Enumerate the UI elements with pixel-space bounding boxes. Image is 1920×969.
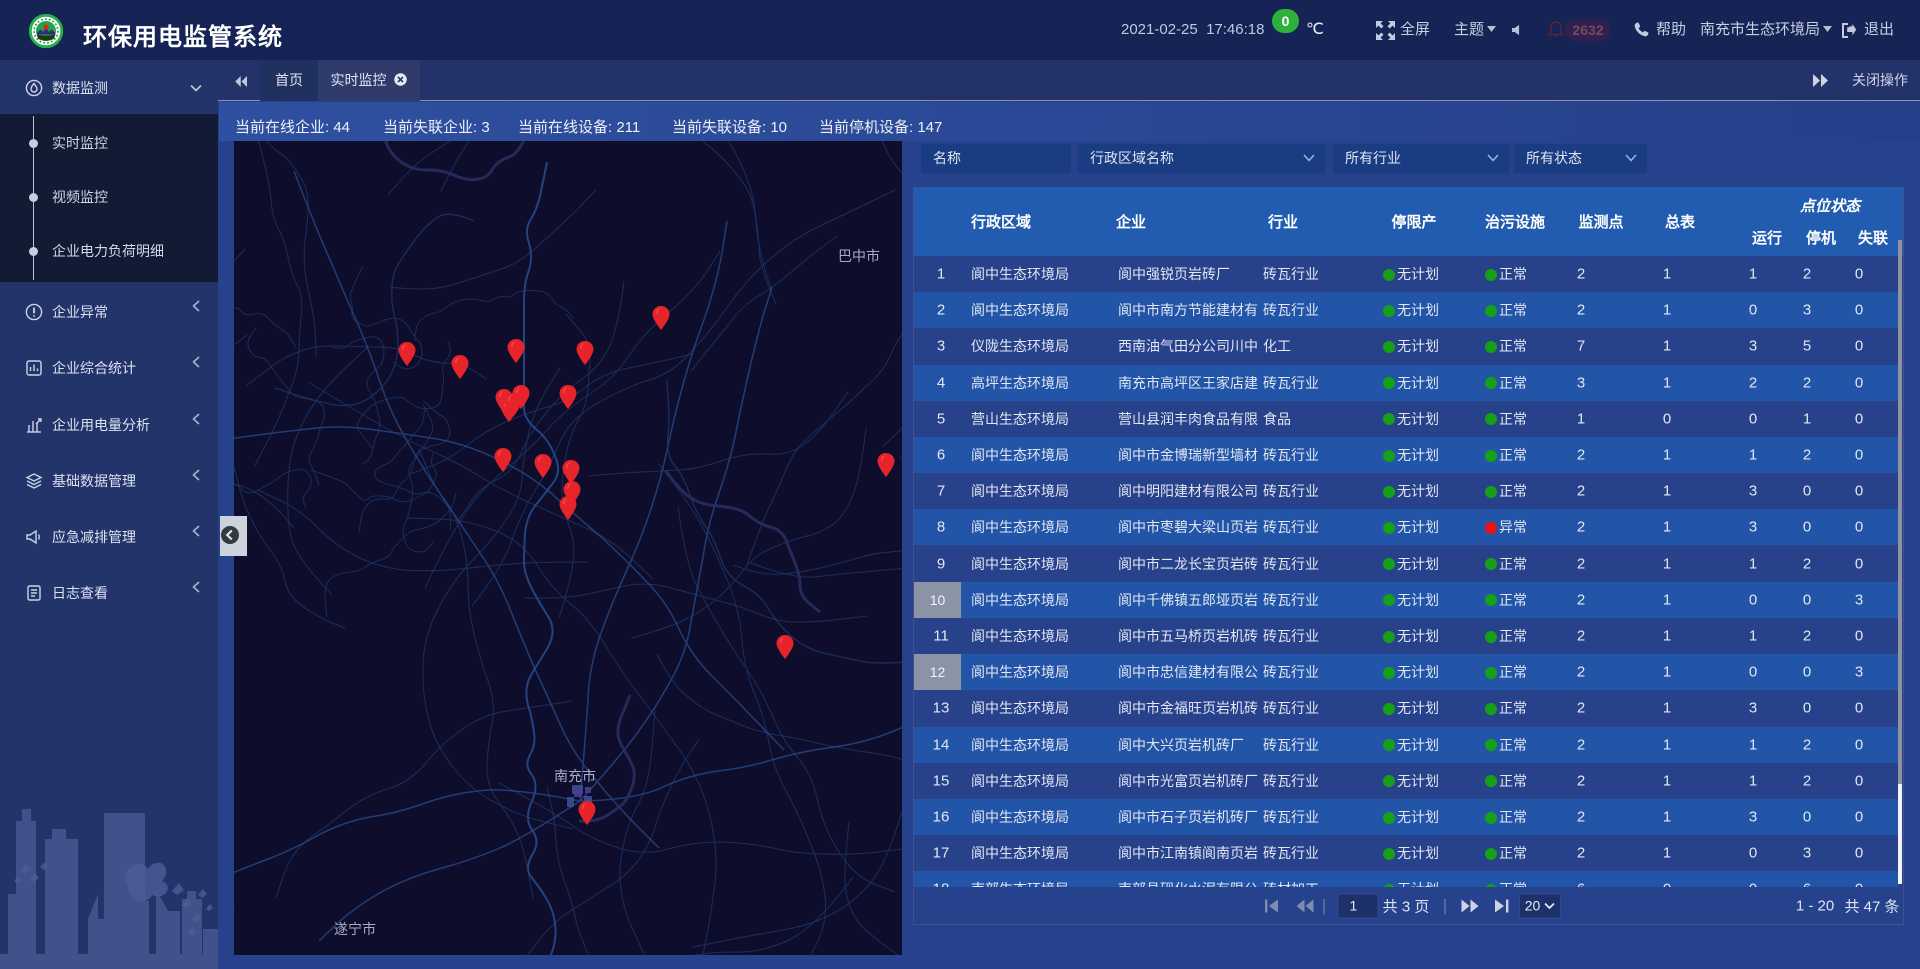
svg-text:遂宁市: 遂宁市 [334, 921, 376, 937]
svg-text:巴中市: 巴中市 [838, 248, 880, 264]
svg-text:南充市: 南充市 [554, 768, 596, 784]
